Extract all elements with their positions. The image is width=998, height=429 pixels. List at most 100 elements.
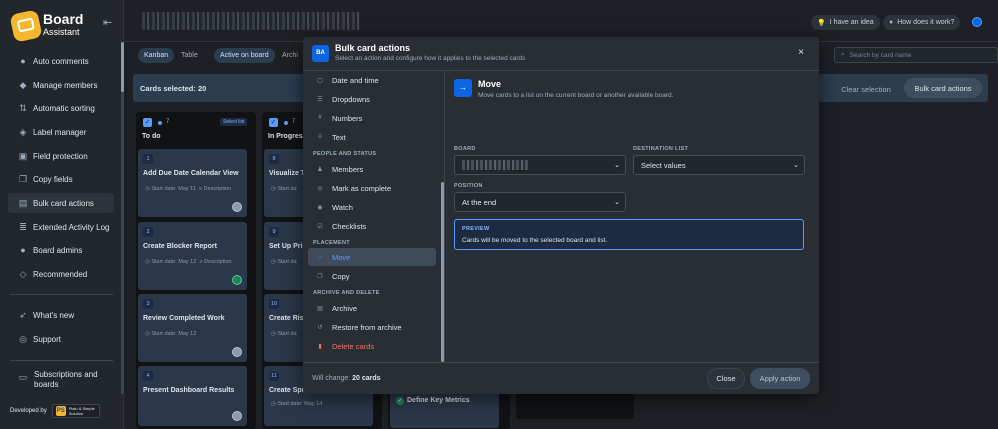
sidebar: Board Assistant ⇤ ● Auto comments ◆ Manage…: [0, 0, 124, 429]
sidebar-item-field-protection[interactable]: ▣ Field protection: [8, 146, 114, 166]
idea-button[interactable]: 💡 I have an idea: [811, 15, 880, 30]
menu-item-text[interactable]: ≡ Text: [308, 128, 436, 146]
close-button[interactable]: Close: [707, 368, 745, 389]
sidebar-item-auto-comments[interactable]: ● Auto comments: [8, 51, 114, 71]
card-number: 3: [143, 299, 153, 309]
menu-item-checklists[interactable]: ☑ Checklists: [308, 217, 436, 235]
developer-logo[interactable]: PS Plain & Simple Solution: [51, 404, 100, 418]
board-label: BOARD: [454, 146, 476, 152]
copy-icon: ❐: [317, 273, 323, 280]
apply-action-button[interactable]: Apply action: [750, 368, 810, 389]
section-header: PEOPLE AND STATUS: [313, 151, 377, 157]
diamond-icon: ◇: [19, 269, 27, 279]
sidebar-item-copy-fields[interactable]: ❐ Copy fields: [8, 169, 114, 189]
card-number: 2: [143, 227, 153, 237]
arrow-right-icon: →: [317, 254, 323, 260]
how-it-works-button[interactable]: ● How does it work?: [883, 15, 961, 30]
card-title: Set Up Pric: [269, 243, 307, 250]
menu-item-move[interactable]: → Move: [308, 248, 436, 266]
list-select-checkbox[interactable]: ✓: [143, 118, 152, 127]
menu-item-archive[interactable]: ▤ Archive: [308, 299, 436, 317]
text-icon: ≡: [318, 134, 322, 140]
menu-item-date-and-time[interactable]: ▢ Date and time: [308, 71, 436, 89]
action-title: Move: [478, 79, 502, 89]
card[interactable]: 2 Create Blocker Report ◷ Start date: Ma…: [138, 222, 247, 290]
bulk-card-actions-button[interactable]: Bulk card actions: [904, 78, 982, 98]
avatar: [232, 275, 242, 285]
avatar: [232, 347, 242, 357]
destination-list-label: DESTINATION LIST: [633, 146, 689, 152]
board-select[interactable]: ⌄: [454, 155, 626, 175]
sidebar-item-manage-members[interactable]: ◆ Manage members: [8, 75, 114, 95]
menu-item-copy[interactable]: ❐ Copy: [308, 267, 436, 285]
menu-item-mark-complete[interactable]: ◎ Mark as complete: [308, 179, 436, 197]
app-badge: BA: [312, 45, 329, 62]
user-avatar[interactable]: [972, 17, 982, 27]
search-icon: ⌕: [841, 51, 845, 58]
tab-table[interactable]: Table: [175, 48, 204, 63]
move-action-icon: →: [454, 79, 472, 97]
cards-selected-count: Cards selected: 20: [140, 84, 207, 93]
admin-icon: ●: [20, 245, 26, 255]
clear-selection-button[interactable]: Clear selection: [833, 80, 899, 98]
menu-scrollbar[interactable]: [441, 182, 444, 362]
tab-archive[interactable]: Archi: [276, 48, 304, 63]
eye-icon: ◉: [317, 204, 323, 211]
modal-header: BA Bulk card actions Select an action an…: [303, 37, 819, 71]
hash-icon: #: [318, 115, 322, 121]
top-bar: 💡 I have an idea ● How does it work?: [124, 0, 998, 42]
card-title: Create Blocker Report: [143, 243, 217, 250]
sidebar-item-board-admins[interactable]: ● Board admins: [8, 240, 114, 260]
sidebar-item-bulk-card-actions[interactable]: ▤ Bulk card actions: [8, 193, 114, 213]
members-icon: ◆: [19, 80, 27, 90]
menu-item-members[interactable]: ♟ Members: [308, 160, 436, 178]
lock-icon: ▣: [18, 151, 28, 161]
will-change-summary: Will change: 20 cards: [312, 375, 381, 382]
sidebar-item-recommended[interactable]: ◇ Recommended: [8, 264, 114, 284]
sidebar-item-whats-new[interactable]: ➶ What's new: [8, 305, 114, 325]
menu-item-numbers[interactable]: # Numbers: [308, 109, 436, 127]
comment-icon: ●: [20, 56, 26, 66]
position-select[interactable]: At the end ⌄: [454, 192, 626, 212]
log-icon: ≣: [19, 222, 27, 232]
card[interactable]: 4 Present Dashboard Results: [138, 366, 247, 426]
list-count: 7: [292, 119, 296, 125]
copy-icon: ❐: [18, 174, 28, 184]
sidebar-item-subscriptions[interactable]: ▭ Subscriptions and boards: [8, 370, 118, 390]
card-meta: ◷ Start date: May 14: [271, 401, 323, 407]
checklist-icon: ☑: [317, 223, 323, 230]
list-select-checkbox[interactable]: ✓: [269, 118, 278, 127]
sort-icon: ⇅: [19, 103, 27, 113]
restore-icon: ↺: [317, 324, 323, 331]
sidebar-item-label-manager[interactable]: ◈ Label manager: [8, 122, 114, 142]
avatar: [232, 411, 242, 421]
check-circle-icon: ◎: [317, 185, 323, 192]
destination-list-select[interactable]: Select values ⌄: [633, 155, 805, 175]
select-list-button[interactable]: Select list: [220, 118, 248, 126]
sidebar-item-support[interactable]: ◎ Support: [8, 329, 114, 349]
sidebar-item-automatic-sorting[interactable]: ⇅ Automatic sorting: [8, 98, 114, 118]
card-title: Present Dashboard Results: [143, 387, 235, 394]
chevron-down-icon: ⌄: [793, 162, 799, 169]
logo-icon: [9, 9, 43, 43]
sidebar-divider: [10, 294, 113, 295]
menu-item-dropdowns[interactable]: ☰ Dropdowns: [308, 90, 436, 108]
action-config: → Move Move cards to a list on the curre…: [445, 71, 819, 362]
tab-active-on-board[interactable]: Active on board: [214, 48, 275, 63]
card[interactable]: ✓ Define Key Metrics: [390, 390, 499, 428]
tab-kanban[interactable]: Kanban: [138, 48, 175, 63]
card[interactable]: 1 Add Due Date Calendar View ◷ Start dat…: [138, 149, 247, 217]
chevron-down-icon: ⌄: [614, 162, 620, 169]
menu-item-restore[interactable]: ↺ Restore from archive: [308, 318, 436, 336]
menu-item-watch[interactable]: ◉ Watch: [308, 198, 436, 216]
collapse-sidebar-icon[interactable]: ⇤: [103, 18, 117, 29]
trash-icon: ▮: [318, 343, 322, 350]
list-column-todo: ✓ 7 Select list To do 1 Add Due Date Cal…: [136, 112, 256, 429]
sidebar-item-extended-activity-log[interactable]: ≣ Extended Activity Log: [8, 217, 114, 237]
menu-item-delete-cards[interactable]: ▮ Delete cards: [308, 337, 436, 355]
search-input[interactable]: ⌕ Search by card name: [834, 47, 998, 63]
board-title-redacted: [142, 12, 360, 30]
lightbulb-icon: 💡: [817, 19, 826, 27]
close-icon[interactable]: ×: [796, 48, 806, 58]
card[interactable]: 3 Review Completed Work ◷ Start date: Ma…: [138, 294, 247, 362]
